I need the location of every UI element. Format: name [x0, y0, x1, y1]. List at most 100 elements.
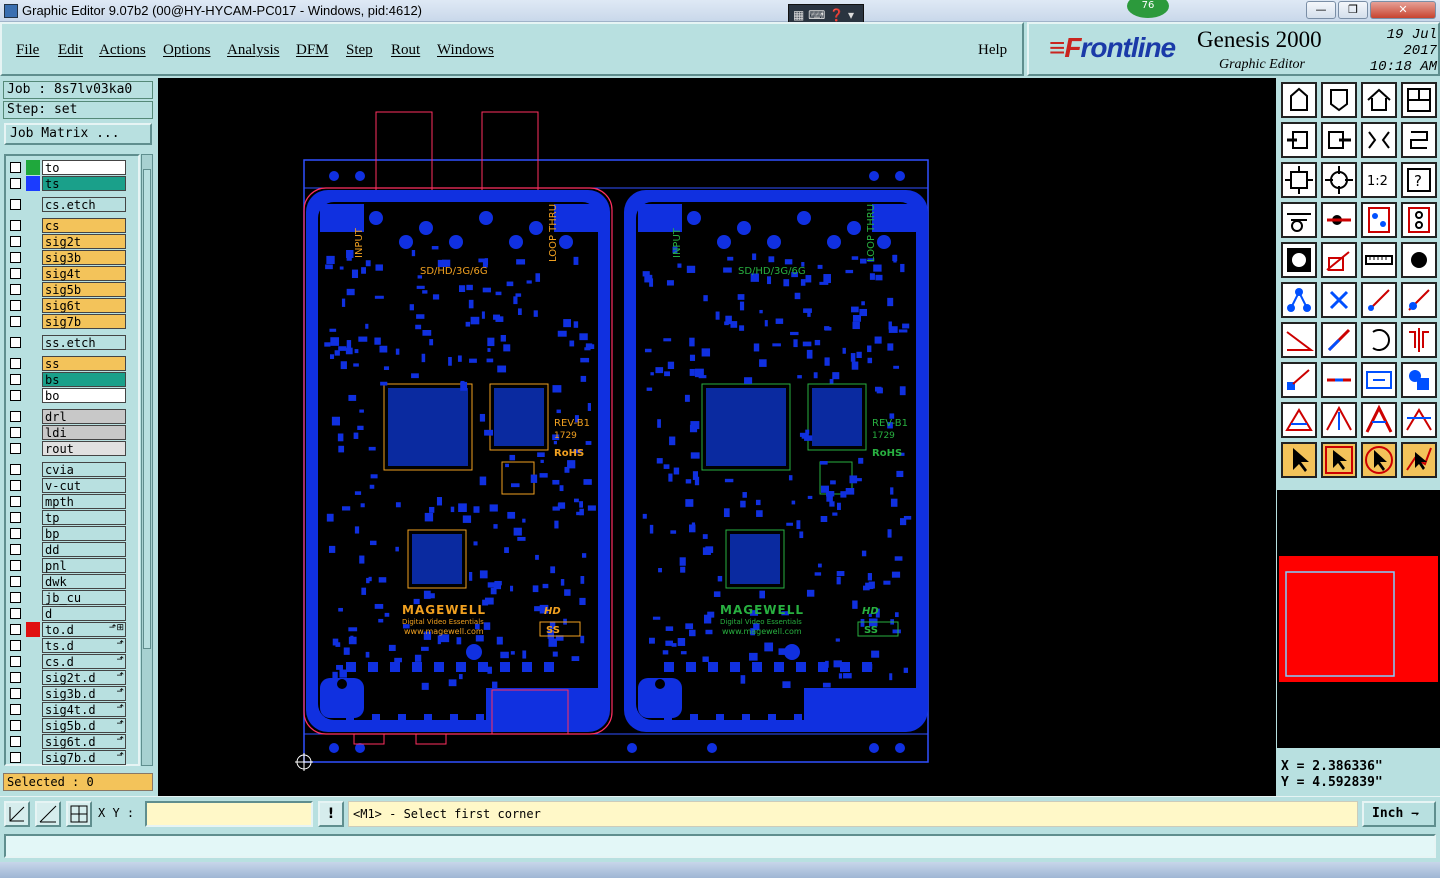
layer-row[interactable]: ss.etch	[8, 335, 126, 350]
zoom-right-tool-button[interactable]	[1321, 122, 1357, 158]
layer-name[interactable]: ts.d	[42, 638, 126, 653]
layer-checkbox[interactable]	[10, 300, 21, 311]
layer-name[interactable]: mpth	[42, 494, 126, 509]
layer-checkbox[interactable]	[10, 427, 21, 438]
zoom-left-tool-button[interactable]	[1281, 122, 1317, 158]
layer-color-swatch[interactable]	[26, 356, 40, 371]
layer-checkbox[interactable]	[10, 443, 21, 454]
warning-button[interactable]: !	[318, 801, 344, 827]
layer-scrollbar[interactable]	[141, 154, 153, 766]
layer-row[interactable]: sig2t	[8, 234, 126, 249]
layer-row[interactable]: cs.etch	[8, 197, 126, 212]
layer-checkbox[interactable]	[10, 720, 21, 731]
layer-checkbox[interactable]	[10, 736, 21, 747]
layer-checkbox[interactable]	[10, 608, 21, 619]
layer-row[interactable]: sig3b.d ⬏	[8, 686, 126, 701]
layer-color-swatch[interactable]	[26, 526, 40, 541]
layer-row[interactable]: sig7b.d ⬏	[8, 750, 126, 765]
menu-file[interactable]: File	[16, 42, 39, 59]
layer-color-swatch[interactable]	[26, 590, 40, 605]
layer-color-swatch[interactable]	[26, 372, 40, 387]
cross-tool-button[interactable]	[1321, 282, 1357, 318]
window-tool-button[interactable]	[1401, 82, 1437, 118]
pad-move-tool-button[interactable]	[1281, 362, 1317, 398]
layer-checkbox[interactable]	[10, 672, 21, 683]
layer-name[interactable]: sig4t.d	[42, 702, 126, 717]
layer-checkbox[interactable]	[10, 316, 21, 327]
layer-row[interactable]: sig6t.d ⬏	[8, 734, 126, 749]
layer-color-swatch[interactable]	[26, 441, 40, 456]
layer-checkbox[interactable]	[10, 544, 21, 555]
layer-color-swatch[interactable]	[26, 734, 40, 749]
layer-checkbox[interactable]	[10, 337, 21, 348]
help-tool-button[interactable]: ?	[1401, 162, 1437, 198]
layer-checkbox[interactable]	[10, 464, 21, 475]
layer-color-swatch[interactable]	[26, 702, 40, 717]
layer-row[interactable]: drl	[8, 409, 126, 424]
mirror-tool-button[interactable]	[1401, 322, 1437, 358]
layer-row[interactable]: bp	[8, 526, 126, 541]
layer-name[interactable]: ldi	[42, 425, 126, 440]
snap-tool-button[interactable]	[1281, 282, 1317, 318]
layer-row[interactable]: sig6t	[8, 298, 126, 313]
layer-color-swatch[interactable]	[26, 510, 40, 525]
layer-checkbox[interactable]	[10, 162, 21, 173]
layer-name[interactable]: bs	[42, 372, 126, 387]
layer-name[interactable]: cs.etch	[42, 197, 126, 212]
layer-checkbox[interactable]	[10, 656, 21, 667]
menu-help[interactable]: Help	[978, 42, 1007, 59]
fit-tool-button[interactable]	[1281, 162, 1317, 198]
layer-name[interactable]: dwk	[42, 574, 126, 589]
layer-color-swatch[interactable]	[26, 558, 40, 573]
layer-checkbox[interactable]	[10, 268, 21, 279]
graphic-canvas[interactable]: INPUT LOOP THRU SD/HD/3G/6G REV-B1 1729 RoHS M…	[158, 78, 1276, 796]
layer-name[interactable]: sig7b	[42, 314, 126, 329]
layer-color-swatch[interactable]	[26, 314, 40, 329]
scroll-thumb[interactable]	[143, 169, 151, 649]
maximize-button[interactable]: ❐	[1338, 1, 1368, 19]
layer-color-swatch[interactable]	[26, 718, 40, 733]
layer-name[interactable]: cs	[42, 218, 126, 233]
line-tool-button[interactable]	[1361, 282, 1397, 318]
layer-checkbox[interactable]	[10, 688, 21, 699]
layer-row[interactable]: sig7b	[8, 314, 126, 329]
open-step-tool-button[interactable]	[1281, 82, 1317, 118]
layer-name[interactable]: d	[42, 606, 126, 621]
layer-name[interactable]: ss.etch	[42, 335, 126, 350]
layer-checkbox[interactable]	[10, 358, 21, 369]
triangle3-tool-button[interactable]	[1361, 402, 1397, 438]
layer-checkbox[interactable]	[10, 252, 21, 263]
select-box-tool-button[interactable]	[1321, 442, 1357, 478]
layer-row[interactable]: tp	[8, 510, 126, 525]
layer-name[interactable]: v-cut	[42, 478, 126, 493]
layer-checkbox[interactable]	[10, 496, 21, 507]
layer-row[interactable]: pnl	[8, 558, 126, 573]
layer-color-swatch[interactable]	[26, 218, 40, 233]
layer-name[interactable]: sig5b.d	[42, 718, 126, 733]
layer-name[interactable]: jb_cu	[42, 590, 126, 605]
snap-mode-button[interactable]	[4, 801, 30, 827]
layer-checkbox[interactable]	[10, 220, 21, 231]
layer-row[interactable]: cvia	[8, 462, 126, 477]
layer-color-swatch[interactable]	[26, 250, 40, 265]
minimize-button[interactable]: —	[1306, 1, 1336, 19]
select-circle-tool-button[interactable]	[1361, 442, 1397, 478]
layer-name[interactable]: drl	[42, 409, 126, 424]
layer-color-swatch[interactable]	[26, 622, 40, 637]
layer-row[interactable]: sig5b.d ⬏	[8, 718, 126, 733]
menu-windows[interactable]: Windows	[437, 42, 494, 59]
layer-row[interactable]: ts	[8, 176, 126, 191]
menu-edit[interactable]: Edit	[58, 42, 83, 59]
layer-checkbox[interactable]	[10, 576, 21, 587]
pcb-drawing[interactable]: INPUT LOOP THRU SD/HD/3G/6G REV-B1 1729 RoHS M…	[158, 78, 1276, 796]
layer-row[interactable]: to.d ⬏⊞	[8, 622, 126, 637]
layer-name[interactable]: sig5b	[42, 282, 126, 297]
layer-color-swatch[interactable]	[26, 266, 40, 281]
menu-step[interactable]: Step	[346, 42, 373, 59]
angle-mode-button[interactable]	[35, 801, 61, 827]
layer-row[interactable]: mpth	[8, 494, 126, 509]
measure-tool-button[interactable]	[1321, 202, 1357, 238]
triangle-tool-button[interactable]	[1281, 402, 1317, 438]
layer-name[interactable]: rout	[42, 441, 126, 456]
layer-name[interactable]: sig6t	[42, 298, 126, 313]
